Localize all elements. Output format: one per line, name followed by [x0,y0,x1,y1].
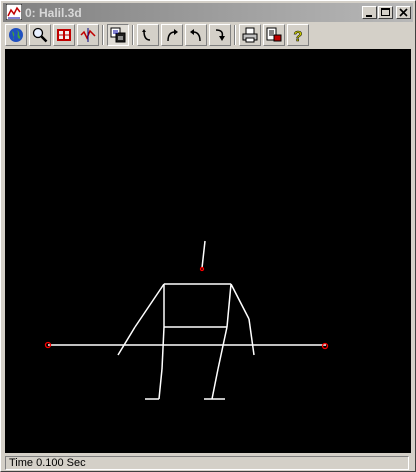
right-shin [211,368,219,400]
rotate-up-button[interactable] [209,24,231,46]
graph-chart-icon [80,28,96,42]
frames-button[interactable] [53,24,75,46]
zoom-magnifier-icon [32,27,48,43]
skeleton-scene[interactable] [5,49,411,453]
left-upper-arm [134,283,165,328]
close-button[interactable] [396,6,411,19]
graph-button[interactable] [77,24,99,46]
rotate-right-button[interactable] [185,24,207,46]
toolbar-separator [102,25,104,45]
minimize-button[interactable] [362,6,377,19]
joint-markers [44,266,329,350]
svg-text:?: ? [293,28,302,43]
left-thigh [161,326,165,370]
toolbar: ? [3,23,413,49]
neck-segment [201,240,206,269]
minimize-icon [366,15,372,17]
toolbar-separator [234,25,236,45]
help-button[interactable]: ? [287,24,309,46]
rotate-up-icon [215,29,225,41]
right-thigh [217,326,228,370]
print-preview-icon [266,27,282,42]
rotate-down-button[interactable] [137,24,159,46]
film-frames-icon [57,29,71,41]
right-upper-arm [230,283,250,320]
print-button[interactable] [239,24,261,46]
head-marker [199,266,205,272]
window-title: 0: Halil.3d [25,6,82,20]
app-icon[interactable] [5,3,23,21]
rotate-left-button[interactable] [161,24,183,46]
print-preview-button[interactable] [263,24,285,46]
torso-right [226,283,232,328]
stick-figure [48,240,326,400]
maximize-icon [381,8,390,16]
globe-icon [9,28,23,42]
left-forearm [117,326,136,356]
model-view-button[interactable] [107,24,129,46]
maximize-button[interactable] [378,6,393,19]
rotate-right-icon [190,29,201,42]
status-bar: Time 0.100 Sec [3,455,413,471]
model-view-icon [110,27,126,43]
close-icon [399,8,408,17]
rotate-left-icon [167,29,178,42]
help-icon: ? [293,28,303,43]
3d-viewport[interactable] [5,49,411,453]
rotate-down-icon [142,29,151,41]
toolbar-separator [132,25,134,45]
zoom-button[interactable] [29,24,51,46]
title-bar[interactable]: 0: Halil.3d [3,3,413,22]
left-shin [158,368,163,400]
status-time: Time 0.100 Sec [5,456,409,470]
globe-button[interactable] [5,24,27,46]
right-forearm [248,318,255,356]
application-window: 0: Halil.3d ? Time 0.100 Sec [0,0,416,472]
print-icon [242,27,258,43]
